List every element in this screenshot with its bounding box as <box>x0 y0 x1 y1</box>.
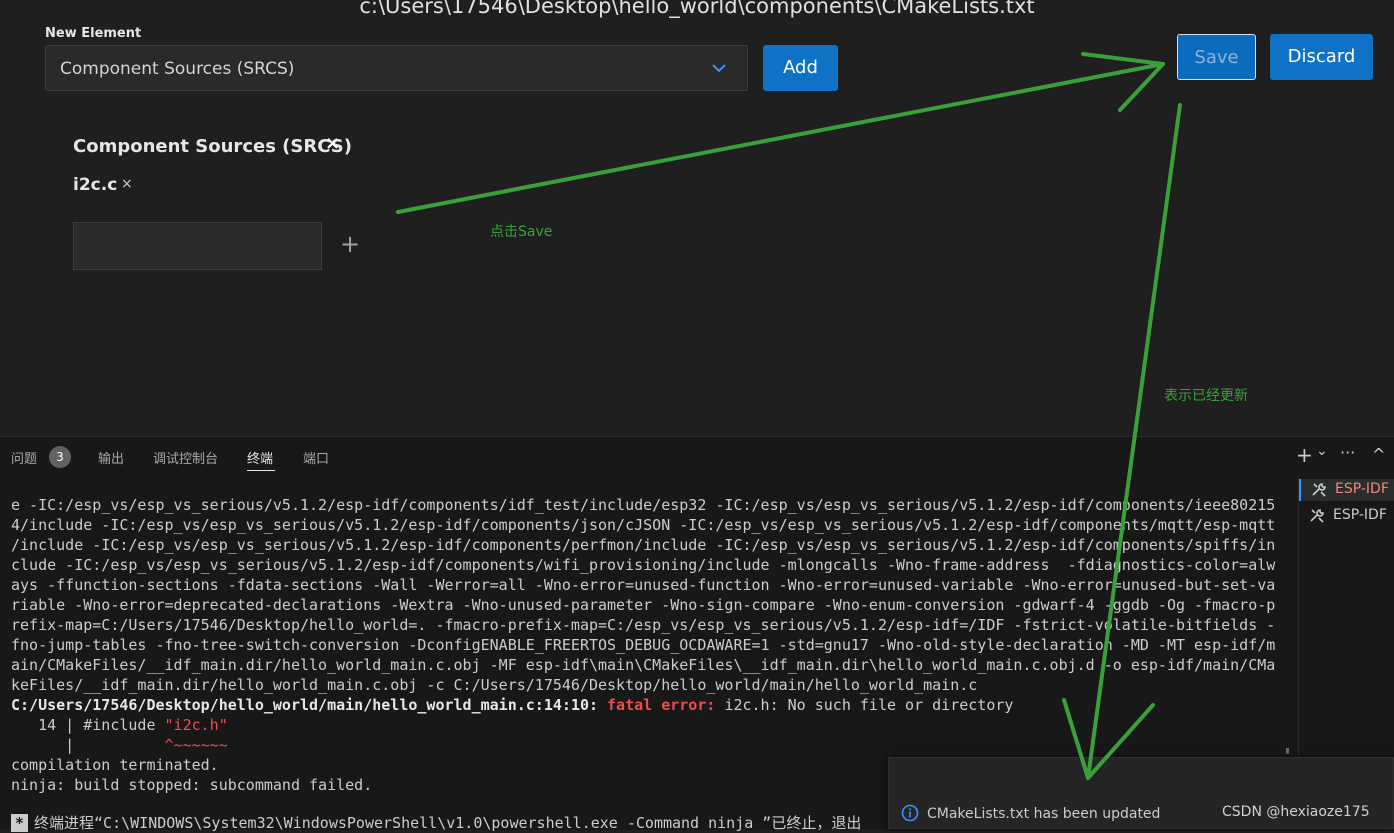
annotation-click-save: 点击Save <box>490 224 553 240</box>
caret-marker: ^~~~~~~ <box>164 736 228 754</box>
active-tab-indicator <box>247 470 275 471</box>
new-terminal-icon[interactable]: + <box>1296 443 1313 467</box>
more-actions-icon[interactable]: ··· <box>1340 443 1355 462</box>
terminal-line: ain/CMakeFiles/__idf_main.dir/hello_worl… <box>11 656 1276 674</box>
problems-badge: 3 <box>49 446 71 468</box>
editor-area: c:\Users\17546\Desktop\hello_world\compo… <box>0 0 1394 436</box>
error-line: C:/Users/17546/Desktop/hello_world/main/… <box>11 695 1281 715</box>
terminal-item[interactable]: ESP-IDF <box>1299 479 1394 501</box>
tools-icon <box>1310 509 1324 523</box>
status-star: * <box>11 814 29 832</box>
annotation-updated: 表示已经更新 <box>1164 388 1248 404</box>
add-button[interactable]: Add <box>763 45 838 91</box>
terminal-line: riable -Wno-error=deprecated-declaration… <box>11 596 1276 614</box>
tab-problems[interactable]: 问题 <box>11 448 37 467</box>
terminal-status-line: * 终端进程“C:\WINDOWS\System32\WindowsPowerSh… <box>11 812 861 833</box>
panel-tabs: 问题 3 输出 调试控制台 终端 端口 <box>0 437 1394 475</box>
tab-output[interactable]: 输出 <box>98 448 124 467</box>
chevron-down-icon <box>712 64 726 73</box>
maximize-panel-icon[interactable]: ^ <box>1372 445 1385 464</box>
tab-debug-console[interactable]: 调试控制台 <box>153 448 218 467</box>
code-prefix: 14 | #include <box>11 716 165 734</box>
discard-button[interactable]: Discard <box>1270 34 1373 80</box>
info-icon <box>901 804 919 822</box>
code-line: 14 | #include "i2c.h" <box>11 715 1281 735</box>
add-source-icon[interactable]: + <box>340 230 360 258</box>
terminal-line: keFiles/__idf_main.dir/hello_world_main.… <box>11 676 978 694</box>
panel-actions: + ⌄ ··· ^ <box>1294 443 1394 469</box>
terminal-line: e -IC:/esp_vs/esp_vs_serious/v5.1.2/esp-… <box>11 496 1276 514</box>
terminal-line: /include -IC:/esp_vs/esp_vs_serious/v5.1… <box>11 536 1276 554</box>
status-text: 终端进程“C:\WINDOWS\System32\WindowsPowerShe… <box>34 814 862 832</box>
source-item: i2c.c <box>73 175 118 195</box>
code-highlight: "i2c.h" <box>164 716 228 734</box>
error-path: C:/Users/17546/Desktop/hello_world/main/… <box>11 696 608 714</box>
window-title: c:\Users\17546\Desktop\hello_world\compo… <box>359 0 1035 18</box>
terminal-line: refix-map=C:/Users/17546/Desktop/hello_w… <box>11 616 1276 634</box>
notification-message: CMakeLists.txt has been updated <box>927 806 1161 822</box>
terminal-item-label: ESP-IDF <box>1335 481 1389 497</box>
tab-terminal[interactable]: 终端 <box>247 448 273 467</box>
error-label: fatal error: <box>607 696 725 714</box>
tab-ports[interactable]: 端口 <box>303 448 329 467</box>
terminal-item-label: ESP-IDF <box>1333 507 1387 523</box>
caret-line: | ^~~~~~~ <box>11 735 1281 755</box>
watermark: CSDN @hexiaoze175 <box>1222 804 1370 820</box>
error-message: i2c.h: No such file or directory <box>724 696 1014 714</box>
new-element-label: New Element <box>45 26 142 41</box>
scrollbar-marker[interactable] <box>1286 748 1289 754</box>
terminal-line: ays -ffunction-sections -fdata-sections … <box>11 576 1276 594</box>
terminal-list: ESP-IDF ESP-IDF <box>1298 477 1394 777</box>
source-input[interactable] <box>73 222 322 270</box>
save-button[interactable]: Save <box>1177 34 1256 80</box>
terminal-output[interactable]: e -IC:/esp_vs/esp_vs_serious/v5.1.2/esp-… <box>11 495 1281 795</box>
tools-icon <box>1312 483 1326 497</box>
caret-prefix: | <box>11 736 165 754</box>
source-item-close-icon[interactable]: × <box>121 176 133 192</box>
terminal-line: fno-jump-tables -fno-tree-switch-convers… <box>11 636 1276 654</box>
terminal-item[interactable]: ESP-IDF <box>1299 505 1394 527</box>
new-element-select[interactable]: Component Sources (SRCS) <box>45 45 748 91</box>
terminal-line: 4/include -IC:/esp_vs/esp_vs_serious/v5.… <box>11 516 1276 534</box>
terminal-dropdown-icon[interactable]: ⌄ <box>1316 443 1328 459</box>
section-close-icon[interactable]: × <box>325 133 340 154</box>
terminal-line: clude -IC:/esp_vs/esp_vs_serious/v5.1.2/… <box>11 556 1276 574</box>
select-value: Component Sources (SRCS) <box>60 59 295 79</box>
section-title: Component Sources (SRCS) <box>73 136 352 157</box>
